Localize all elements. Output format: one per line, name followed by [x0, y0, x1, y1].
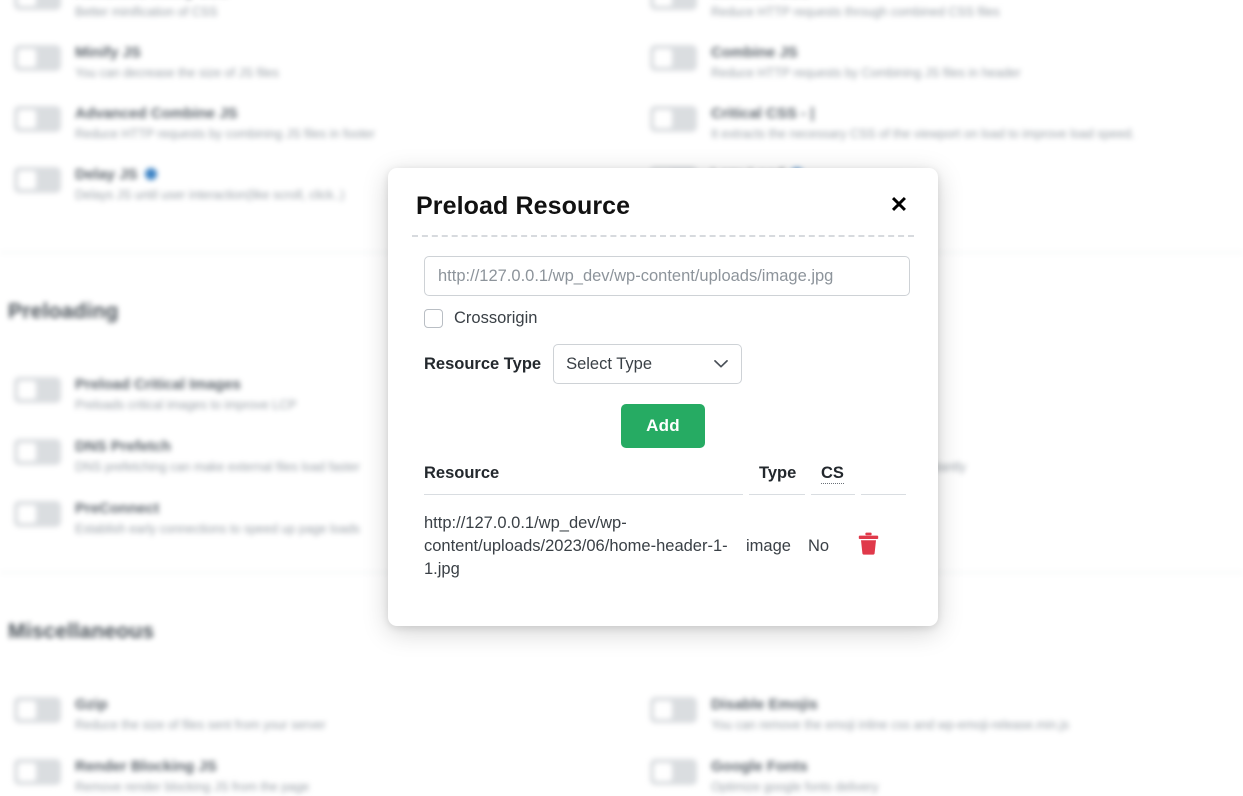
setting-title: Minify JS: [75, 44, 141, 61]
info-dot-icon[interactable]: [144, 168, 157, 180]
table-header-row: Resource Type CS: [424, 464, 906, 495]
resource-type-label: Resource Type: [424, 354, 542, 373]
setting-title: Preload Critical Images: [75, 376, 241, 393]
toggle-switch[interactable]: [14, 45, 61, 71]
setting-description: It extracts the necessary CSS of the vie…: [711, 127, 1135, 141]
toggle-switch[interactable]: [14, 0, 61, 10]
setting-title: Advanced Minify CSS: [75, 0, 229, 1]
setting-description: Reduce HTTP requests by Combining JS fil…: [711, 66, 1021, 80]
setting-description: You can decrease the size of JS files: [75, 66, 279, 80]
setting-description: DNS prefetching can make external files …: [75, 460, 360, 474]
setting-toggle-row[interactable]: Disable Emojis You can remove the emoji i…: [650, 695, 1069, 734]
setting-toggle-row[interactable]: Preload Critical Images Preloads critical…: [14, 375, 297, 414]
column-header-resource: Resource: [424, 464, 746, 495]
toggle-switch[interactable]: [14, 167, 61, 193]
setting-description: Reduce HTTP requests by combining JS fil…: [75, 127, 375, 141]
modal-title: Preload Resource: [416, 192, 631, 220]
toggle-switch[interactable]: [14, 759, 61, 785]
resource-type-select-wrapper: Select Type: [553, 344, 743, 384]
cs-abbr[interactable]: CS: [821, 464, 844, 484]
add-button[interactable]: Add: [621, 404, 705, 448]
setting-toggle-row[interactable]: Advanced Combine JS Reduce HTTP requests …: [14, 104, 375, 143]
toggle-switch[interactable]: [14, 439, 61, 465]
setting-title: PreConnect: [75, 500, 160, 517]
cell-delete-action: [858, 495, 906, 599]
close-icon[interactable]: ✕: [886, 192, 912, 218]
crossorigin-checkbox[interactable]: [424, 309, 443, 328]
resource-url-input[interactable]: [424, 256, 910, 296]
setting-title: Delay JS: [75, 165, 345, 184]
toggle-switch[interactable]: [14, 501, 61, 527]
toggle-switch[interactable]: [650, 0, 697, 10]
toggle-switch[interactable]: [14, 697, 61, 723]
setting-toggle-row[interactable]: Gzip Reduce the size of files sent from y…: [14, 695, 326, 734]
setting-toggle-row[interactable]: Minify JS You can decrease the size of JS…: [14, 43, 279, 82]
column-header-actions: [855, 464, 906, 495]
toggle-switch[interactable]: [14, 106, 61, 132]
setting-description: Optimize google fonts delivery: [711, 780, 879, 794]
setting-title: DNS Prefetch: [75, 438, 171, 455]
setting-description: Establish early connections to speed up …: [75, 522, 360, 536]
toggle-switch[interactable]: [650, 759, 697, 785]
resource-type-select[interactable]: Select Type: [553, 344, 743, 384]
trash-icon: [858, 532, 879, 555]
setting-toggle-row[interactable]: Critical CSS - | It extracts the necessar…: [650, 104, 1135, 143]
toggle-switch[interactable]: [14, 377, 61, 403]
setting-description: Reduce HTTP requests through combined CS…: [711, 5, 1000, 19]
setting-title: Combine JS: [711, 44, 798, 61]
preload-resource-modal: Preload Resource ✕ Crossorigin Resource …: [388, 168, 938, 626]
setting-title: Google Fonts: [711, 758, 808, 775]
crossorigin-label: Crossorigin: [454, 309, 538, 327]
preloaded-resources-table: Resource Type CS http://127.0.0.1/wp_dev…: [424, 464, 906, 598]
column-header-type: Type: [743, 464, 808, 495]
table-row: http://127.0.0.1/wp_dev/wp-content/uploa…: [424, 495, 906, 599]
setting-description: You can remove the emoji inline css and …: [711, 718, 1070, 732]
setting-toggle-row[interactable]: Combine CSS Reduce HTTP requests through …: [650, 0, 1000, 21]
delete-resource-button[interactable]: [858, 532, 879, 555]
cell-crossorigin: No: [808, 537, 830, 555]
toggle-switch[interactable]: [650, 697, 697, 723]
setting-toggle-row[interactable]: PreConnect Establish early connections to…: [14, 499, 360, 538]
modal-header-divider: [412, 235, 914, 237]
table-body: http://127.0.0.1/wp_dev/wp-content/uploa…: [424, 495, 906, 599]
setting-toggle-row[interactable]: Render Blocking JS Remove render blocking…: [14, 757, 309, 796]
setting-description: Better minification of CSS: [75, 5, 218, 19]
setting-toggle-row[interactable]: Combine JS Reduce HTTP requests by Combin…: [650, 43, 1021, 82]
crossorigin-row: Crossorigin: [424, 309, 902, 328]
setting-title: Disable Emojis: [711, 696, 818, 713]
setting-title: Combine CSS: [711, 0, 1000, 1]
modal-body: Crossorigin Resource Type Select Type Ad…: [388, 236, 938, 598]
setting-toggle-row[interactable]: Advanced Minify CSS Better minification o…: [14, 0, 229, 21]
setting-title: Critical CSS - |: [711, 105, 815, 122]
toggle-switch[interactable]: [650, 106, 697, 132]
setting-toggle-row[interactable]: DNS Prefetch DNS prefetching can make ext…: [14, 437, 360, 476]
setting-description: Delays JS until user interaction(like sc…: [75, 188, 345, 202]
toggle-switch[interactable]: [650, 45, 697, 71]
cell-resource-type: image: [746, 537, 791, 555]
setting-description: Preloads critical images to improve LCP: [75, 398, 297, 412]
column-header-cs: CS: [805, 464, 858, 495]
setting-description: Reduce the size of files sent from your …: [75, 718, 326, 732]
setting-toggle-row[interactable]: Google Fonts Optimize google fonts delive…: [650, 757, 878, 796]
setting-title: Gzip: [75, 696, 108, 713]
table-head: Resource Type CS: [424, 464, 906, 495]
modal-header: Preload Resource ✕: [388, 168, 938, 237]
setting-title: Advanced Combine JS: [75, 105, 238, 122]
cell-resource-url: http://127.0.0.1/wp_dev/wp-content/uploa…: [424, 514, 728, 578]
setting-toggle-row[interactable]: Delay JS Delays JS until user interaction…: [14, 165, 345, 204]
resource-type-row: Resource Type Select Type: [424, 344, 902, 384]
section-heading: Miscellaneous: [8, 620, 155, 643]
setting-title: Render Blocking JS: [75, 758, 217, 775]
section-heading: Preloading: [8, 300, 119, 323]
setting-description: Remove render blocking JS from the page: [75, 780, 310, 794]
add-button-row: Add: [424, 404, 902, 448]
